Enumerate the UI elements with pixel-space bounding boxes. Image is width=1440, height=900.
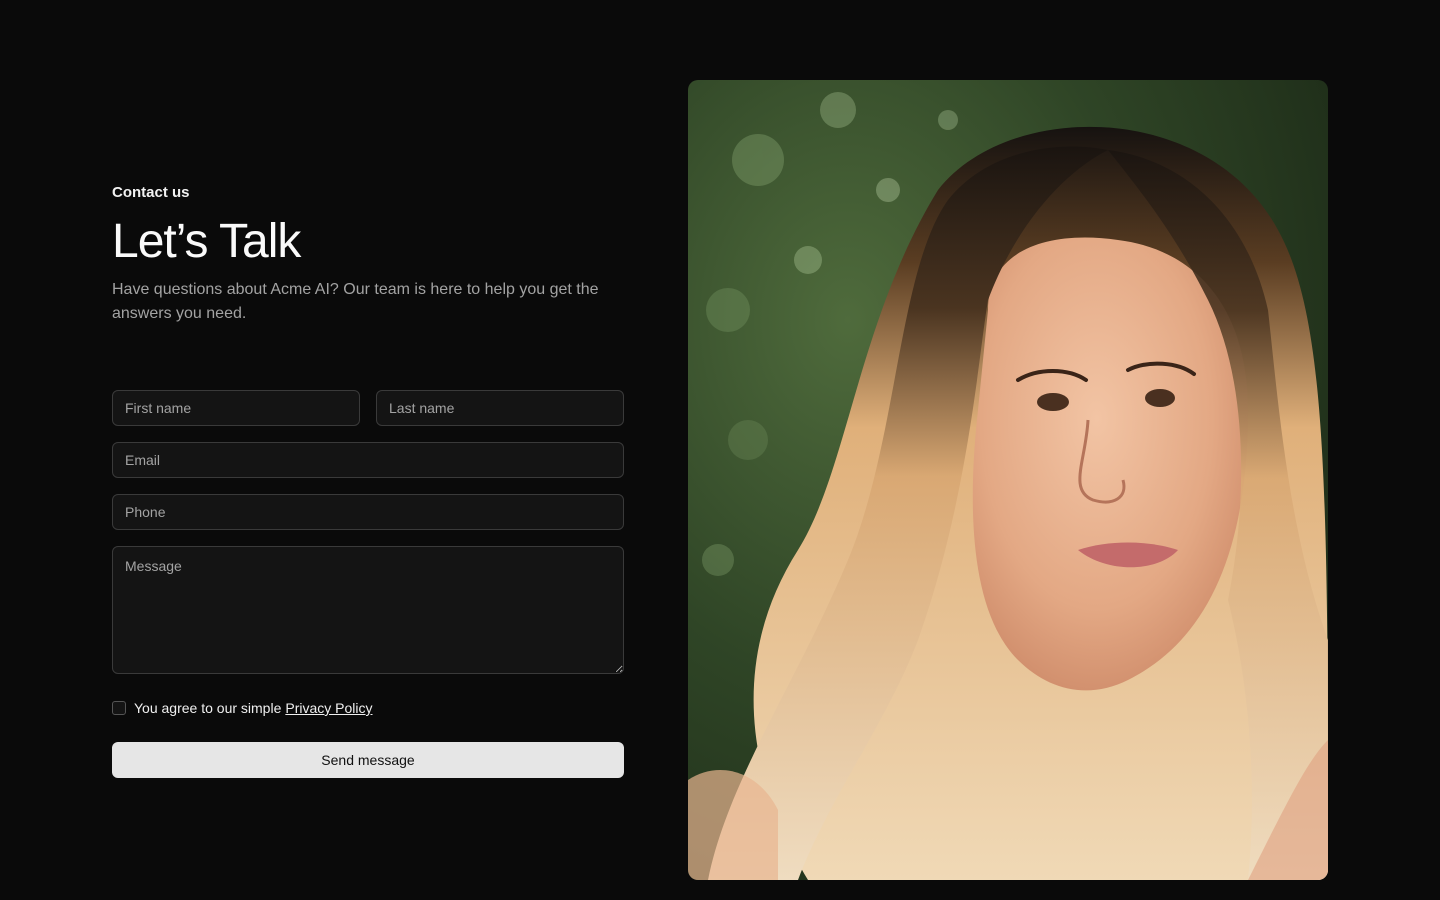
send-message-button[interactable]: Send message: [112, 742, 624, 778]
last-name-field[interactable]: [376, 390, 624, 426]
privacy-policy-link[interactable]: Privacy Policy: [285, 700, 372, 716]
page-subtitle: Have questions about Acme AI? Our team i…: [112, 281, 599, 322]
phone-field[interactable]: [112, 494, 624, 530]
portrait-image: [688, 80, 1328, 880]
contact-eyebrow: Contact us: [112, 184, 190, 201]
privacy-checkbox[interactable]: [112, 701, 126, 715]
privacy-consent: You agree to our simple Privacy Policy: [112, 698, 373, 718]
hero-photo: [688, 80, 1328, 880]
consent-text: You agree to our simple: [134, 700, 282, 716]
email-field[interactable]: [112, 442, 624, 478]
page-title: Let’s Talk: [112, 215, 301, 268]
contact-page: Contact us Let’s Talk Have questions abo…: [0, 0, 1440, 900]
message-field[interactable]: [112, 546, 624, 674]
first-name-field[interactable]: [112, 390, 360, 426]
